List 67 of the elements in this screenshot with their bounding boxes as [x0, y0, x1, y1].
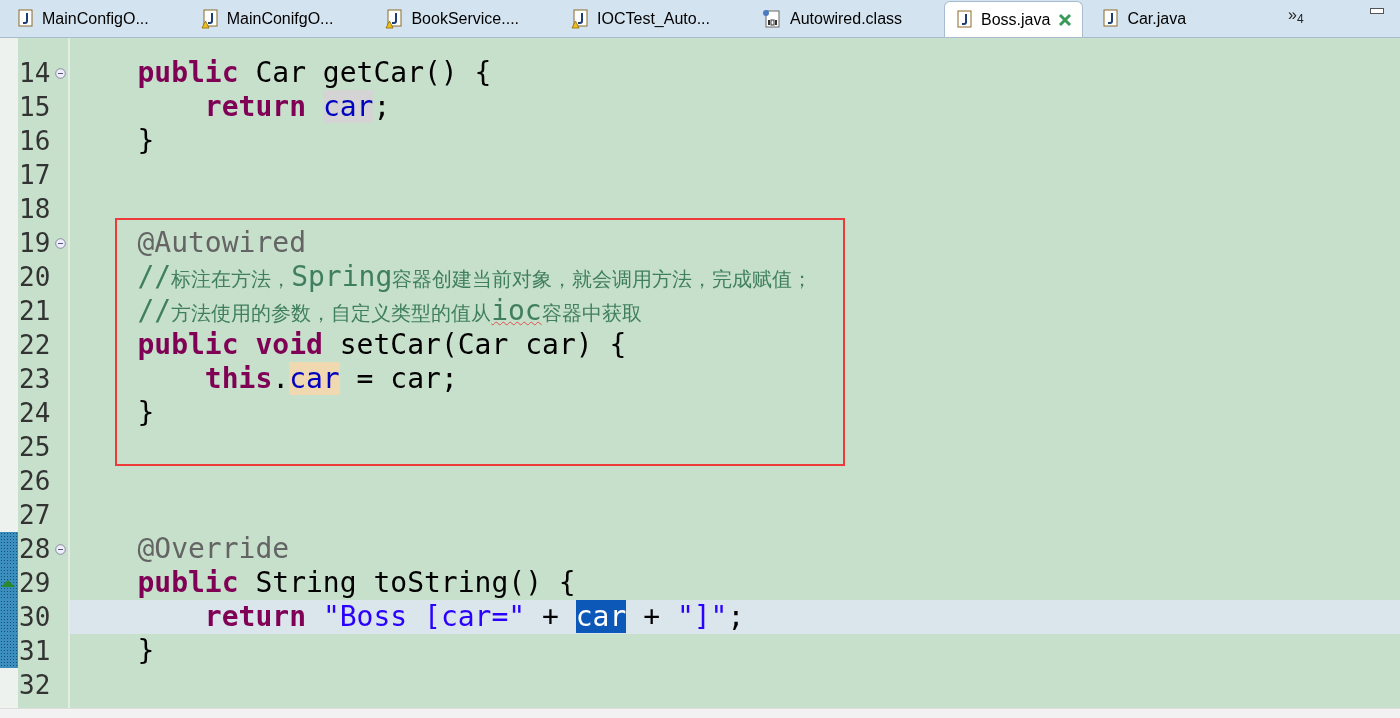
editor-tab[interactable]: IOCTest_Auto...	[561, 1, 752, 37]
code-text: }	[136, 124, 155, 157]
keyword: this	[203, 362, 273, 395]
editor-tab[interactable]: Boss.java	[944, 1, 1084, 37]
code-text: }	[136, 634, 155, 667]
code-comment: 容器中获取	[541, 301, 642, 325]
code-comment: //	[136, 294, 172, 327]
collapse-icon[interactable]	[55, 544, 66, 555]
code-comment: ioc	[491, 294, 542, 327]
collapse-icon[interactable]	[55, 68, 66, 79]
editor-tab[interactable]: MainConfigO...	[6, 1, 191, 37]
line-number: 32	[19, 670, 51, 700]
field-name: car	[575, 600, 627, 633]
line-number: 19	[19, 228, 51, 258]
code-text: ;	[727, 600, 745, 633]
code-text: String toString() {	[255, 566, 576, 599]
editor-tab[interactable]: MainConifgO...	[190, 1, 376, 37]
line-number: 24	[19, 398, 51, 428]
keyword: public	[136, 566, 239, 599]
annotation: @Override	[136, 532, 290, 565]
line-number: 27	[19, 500, 51, 530]
line-number: 22	[19, 330, 51, 360]
field-name: car	[322, 90, 374, 123]
editor-tab[interactable]: Autowired.class	[752, 1, 945, 37]
code-text: .	[272, 362, 290, 395]
line-number: 20	[19, 262, 51, 292]
keyword: public	[136, 56, 239, 89]
line-number: 18	[19, 194, 51, 224]
line-number: 30	[19, 602, 51, 632]
code-comment: 方法使用的参数，自定义类型的值从	[171, 301, 492, 325]
keyword: return	[203, 600, 306, 633]
keyword: return	[203, 90, 306, 123]
string-literal: "Boss [car="	[322, 600, 526, 633]
code-comment: 容器创建当前对象，就会调用方法，完成赋值；	[392, 267, 813, 291]
annotation: @Autowired	[136, 226, 306, 259]
collapse-icon[interactable]	[55, 238, 66, 249]
code-text: ;	[373, 90, 391, 123]
code-text: +	[542, 600, 559, 633]
code-text: setCar(Car car) {	[339, 328, 627, 361]
minimize-icon[interactable]	[1370, 8, 1384, 16]
line-number: 25	[19, 432, 51, 462]
line-number: 16	[19, 126, 51, 156]
string-literal: "]"	[676, 600, 728, 633]
keyword: void	[255, 328, 323, 361]
keyword: public	[136, 328, 239, 361]
more-tabs-button[interactable]: »$_{4}$	[1288, 6, 1304, 24]
close-icon[interactable]	[1058, 12, 1073, 27]
code-comment: Spring	[291, 260, 393, 293]
line-number: 28	[19, 534, 51, 564]
line-number: 15	[19, 92, 51, 122]
line-number: 17	[19, 160, 51, 190]
field-name: car	[289, 362, 340, 395]
line-number: 31	[19, 636, 51, 666]
line-number: 21	[19, 296, 51, 326]
code-text: = car;	[355, 362, 458, 395]
line-number: 23	[19, 364, 51, 394]
code-text: +	[643, 600, 661, 633]
editor-tab[interactable]: Car.java	[1091, 1, 1229, 37]
code-text: Car getCar() {	[254, 56, 492, 89]
editor-tab[interactable]: BookService....	[375, 1, 562, 37]
line-number: 29	[19, 568, 51, 598]
line-number: 26	[19, 466, 51, 496]
code-text: }	[136, 396, 155, 429]
code-comment: 标注在方法，	[171, 267, 292, 291]
code-comment: //	[136, 260, 172, 293]
horizontal-scrollbar[interactable]	[0, 708, 1400, 718]
line-number: 14	[19, 58, 51, 88]
